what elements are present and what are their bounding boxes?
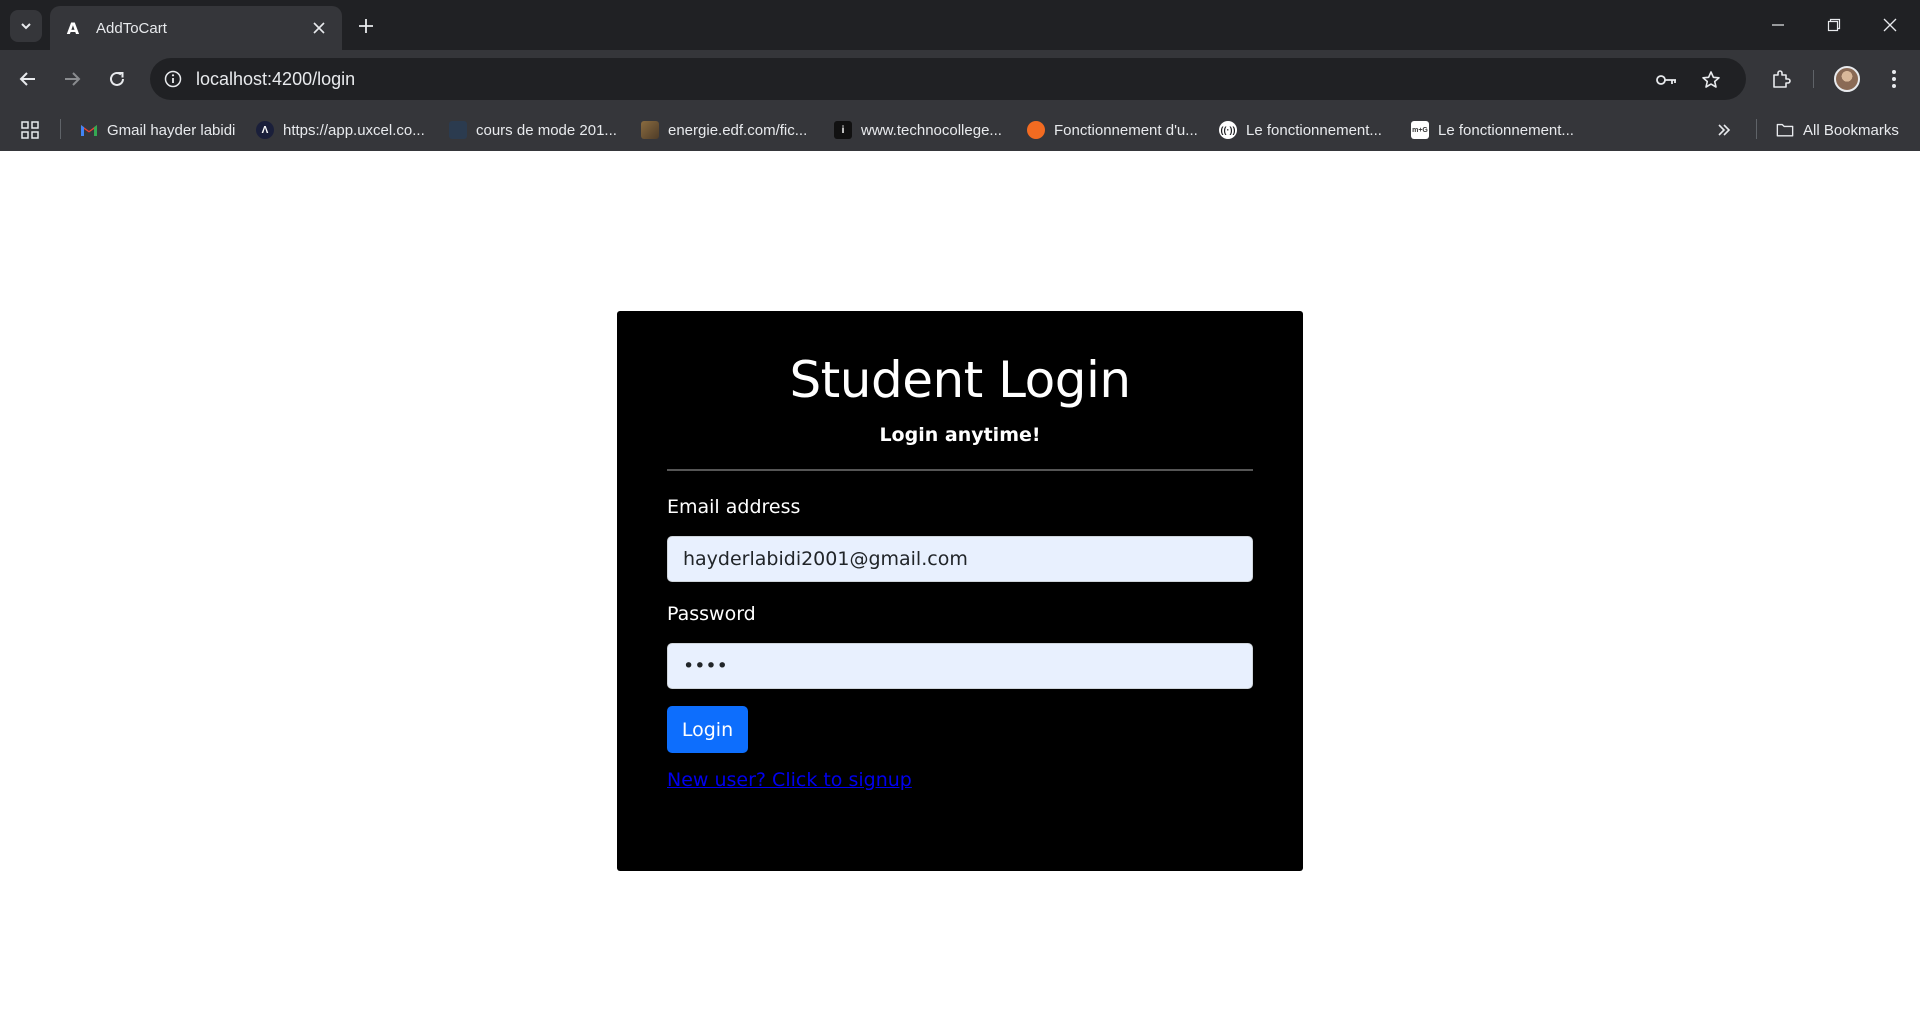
bookmark-label: Fonctionnement d'u... — [1054, 121, 1198, 139]
apps-grid-icon — [21, 121, 39, 139]
back-button[interactable] — [12, 63, 44, 95]
reload-icon — [110, 71, 124, 86]
orange-site-icon — [1027, 121, 1045, 139]
login-button[interactable]: Login — [667, 706, 748, 753]
bookmark-label: Le fonctionnement... — [1438, 121, 1574, 139]
minimize-icon — [1772, 24, 1784, 26]
bookmark-item[interactable]: cours de mode 201... — [449, 117, 617, 143]
bookmark-label: https://app.uxcel.co... — [283, 121, 425, 139]
login-card: Student Login Login anytime! Email addre… — [617, 311, 1303, 871]
all-bookmarks-button[interactable]: All Bookmarks — [1776, 117, 1899, 143]
menu-button[interactable] — [1878, 63, 1910, 95]
bookmarks-bar: Gmail hayder labidi Λ https://app.uxcel.… — [0, 108, 1920, 151]
divider — [667, 469, 1253, 471]
password-field[interactable] — [667, 643, 1253, 689]
tab-strip: A AddToCart — [0, 0, 1920, 50]
forward-button[interactable] — [56, 63, 88, 95]
more-vertical-icon — [1892, 70, 1896, 88]
restore-icon — [1827, 18, 1841, 32]
key-icon[interactable] — [1654, 67, 1680, 93]
bookmarks-divider — [1756, 119, 1757, 139]
tab-title: AddToCart — [96, 19, 167, 37]
apps-button[interactable] — [20, 117, 40, 143]
radio-site-icon: ((·)) — [1219, 121, 1237, 139]
folder-icon — [1776, 121, 1794, 139]
page-content: Student Login Login anytime! Email addre… — [0, 151, 1920, 1030]
tab-close-button[interactable] — [308, 17, 330, 39]
bookmark-label: Gmail hayder labidi — [107, 121, 236, 139]
uxcel-icon: Λ — [256, 121, 274, 139]
new-tab-button[interactable] — [352, 12, 380, 40]
bookmark-label: www.technocollege... — [861, 121, 1002, 139]
browser-toolbar: localhost:4200/login — [0, 50, 1920, 108]
arrow-left-icon — [19, 72, 35, 86]
browser-chrome: A AddToCart localhost:4200/login Gmail h… — [0, 0, 1920, 151]
restore-button[interactable] — [1806, 0, 1862, 50]
url-text: localhost:4200/login — [196, 69, 356, 89]
angular-icon: A — [66, 18, 80, 38]
bookmark-item[interactable]: Gmail hayder labidi — [80, 117, 235, 143]
puzzle-icon — [1773, 70, 1791, 88]
mg-site-icon: m+G — [1411, 121, 1429, 139]
technocollege-icon: i — [834, 121, 852, 139]
bookmark-item[interactable]: i www.technocollege... — [834, 117, 1002, 143]
bookmark-item[interactable]: ((·)) Le fonctionnement... — [1219, 117, 1382, 143]
email-field[interactable] — [667, 536, 1253, 582]
arrow-right-icon — [65, 72, 81, 86]
star-icon[interactable] — [1698, 67, 1724, 93]
toolbar-divider — [1813, 70, 1814, 88]
chevron-down-icon — [21, 23, 31, 30]
reload-button[interactable] — [101, 63, 133, 95]
chevron-double-right-icon — [1718, 124, 1731, 136]
bookmark-label: energie.edf.com/fic... — [668, 121, 808, 139]
password-label: Password — [667, 603, 756, 625]
profile-avatar[interactable] — [1834, 66, 1860, 92]
all-bookmarks-label: All Bookmarks — [1803, 121, 1899, 139]
active-tab[interactable]: A AddToCart — [50, 6, 342, 50]
tab-search-button[interactable] — [10, 10, 42, 42]
close-window-button[interactable] — [1862, 0, 1918, 50]
signup-link[interactable]: New user? Click to signup — [667, 769, 912, 791]
extensions-button[interactable] — [1765, 63, 1797, 95]
email-label: Email address — [667, 496, 801, 518]
bookmarks-divider — [60, 119, 61, 139]
gmail-icon — [80, 121, 98, 139]
minimize-button[interactable] — [1750, 0, 1806, 50]
close-icon — [1883, 18, 1897, 32]
page-subtitle: Login anytime! — [879, 424, 1041, 446]
generic-site-icon — [449, 121, 467, 139]
bookmark-label: cours de mode 201... — [476, 121, 617, 139]
bookmark-item[interactable]: energie.edf.com/fic... — [641, 117, 807, 143]
page-title: Student Login — [789, 351, 1131, 409]
bookmark-item[interactable]: m+G Le fonctionnement... — [1411, 117, 1574, 143]
close-icon — [313, 22, 325, 34]
address-bar[interactable]: localhost:4200/login — [150, 58, 1746, 100]
plus-icon — [359, 19, 373, 33]
bookmark-label: Le fonctionnement... — [1246, 121, 1382, 139]
bookmarks-overflow-button[interactable] — [1716, 117, 1732, 143]
site-info-icon[interactable] — [160, 66, 186, 92]
bookmark-item[interactable]: Fonctionnement d'u... — [1027, 117, 1198, 143]
image-thumbnail-icon — [641, 121, 659, 139]
bookmark-item[interactable]: Λ https://app.uxcel.co... — [256, 117, 425, 143]
